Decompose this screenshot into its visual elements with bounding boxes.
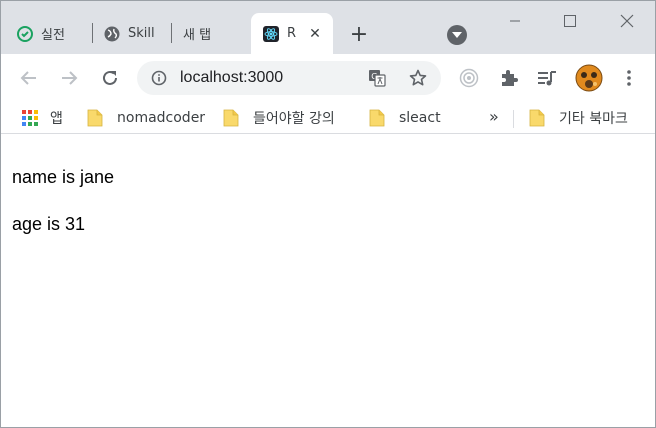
back-button[interactable] — [17, 66, 41, 90]
name-text: name is jane — [12, 167, 115, 187]
media-control-button[interactable] — [535, 66, 559, 90]
translate-button[interactable]: G — [367, 68, 387, 88]
back-arrow-icon — [20, 71, 36, 85]
tab-react-app[interactable]: R ✕ — [251, 13, 333, 54]
info-icon — [151, 70, 167, 86]
apps-grid-icon — [22, 110, 38, 126]
browser-window: 실전 Skill 새 탭 R ✕ + localhost:3000 G 앱 no… — [0, 0, 656, 428]
bookmark-label: 들어야할 강의 — [253, 111, 335, 127]
page-content: name is jane age is 31 — [1, 142, 655, 427]
bookmark-label: sleact — [399, 110, 441, 126]
tab-title: Skill — [128, 26, 155, 41]
folder-icon — [223, 109, 239, 127]
bookmarks-divider — [513, 110, 514, 128]
age-text: age is 31 — [12, 214, 86, 234]
menu-button[interactable] — [617, 66, 641, 90]
tab-search-button[interactable] — [447, 25, 467, 45]
minimize-button[interactable] — [503, 9, 527, 33]
bookmark-label: 앱 — [50, 111, 63, 127]
translate-icon: G — [369, 70, 386, 87]
bookmark-star-button[interactable] — [408, 68, 428, 88]
target-icon — [459, 68, 479, 88]
folder-icon — [529, 109, 545, 127]
chevron-down-icon — [452, 31, 462, 38]
extensions-button[interactable] — [497, 66, 521, 90]
close-tab-icon[interactable]: ✕ — [307, 26, 323, 42]
bookmark-apps[interactable]: 앱 — [22, 108, 63, 128]
bookmark-label: nomadcoder — [117, 110, 206, 126]
url-text[interactable]: localhost:3000 — [180, 69, 283, 87]
profile-avatar[interactable] — [575, 64, 603, 92]
playlist-icon — [538, 71, 556, 86]
bookmark-label: 기타 북마크 — [559, 111, 628, 127]
maximize-icon — [564, 15, 576, 27]
kebab-menu-icon — [627, 70, 631, 86]
bookmark-folder-nomadcoder[interactable]: nomadcoder — [87, 108, 205, 128]
tab-new-tab[interactable]: 새 탭 — [183, 13, 249, 54]
bookmark-folder-lectures[interactable]: 들어야할 강의 — [223, 108, 335, 128]
address-bar[interactable]: localhost:3000 G — [137, 61, 441, 95]
clock-check-icon — [17, 25, 33, 42]
tab-skill[interactable]: Skill — [104, 13, 170, 54]
tab-divider — [171, 23, 172, 43]
puzzle-icon — [502, 70, 518, 86]
avatar-icon — [575, 64, 603, 92]
reload-button[interactable] — [98, 66, 122, 90]
close-icon — [620, 14, 634, 28]
bookmark-folder-other[interactable]: 기타 북마크 — [529, 108, 628, 128]
folder-icon — [87, 109, 103, 127]
bookmarks-overflow-button[interactable]: » — [489, 107, 499, 126]
bookmark-folder-sleact[interactable]: sleact — [369, 108, 441, 128]
tab-silzeon[interactable]: 실전 — [17, 13, 91, 54]
reload-icon — [103, 70, 117, 85]
star-icon — [409, 69, 427, 86]
forward-arrow-icon — [62, 71, 78, 85]
globe-icon — [104, 26, 120, 42]
tab-title: 새 탭 — [183, 28, 212, 43]
tab-title: R — [287, 26, 297, 41]
folder-icon — [369, 109, 385, 127]
react-icon — [263, 25, 279, 42]
tab-title: 실전 — [41, 28, 65, 43]
new-tab-button[interactable]: + — [347, 23, 371, 47]
bookmarks-bar: 앱 nomadcoder 들어야할 강의 sleact » 기타 북마크 — [1, 102, 655, 134]
tab-divider — [92, 23, 93, 43]
tab-strip: 실전 Skill 새 탭 R ✕ + — [1, 1, 655, 54]
minimize-icon — [510, 20, 520, 22]
maximize-button[interactable] — [558, 9, 582, 33]
extension-target-button[interactable] — [457, 66, 481, 90]
forward-button[interactable] — [57, 66, 81, 90]
close-window-button[interactable] — [615, 9, 639, 33]
toolbar: localhost:3000 G — [1, 54, 655, 102]
